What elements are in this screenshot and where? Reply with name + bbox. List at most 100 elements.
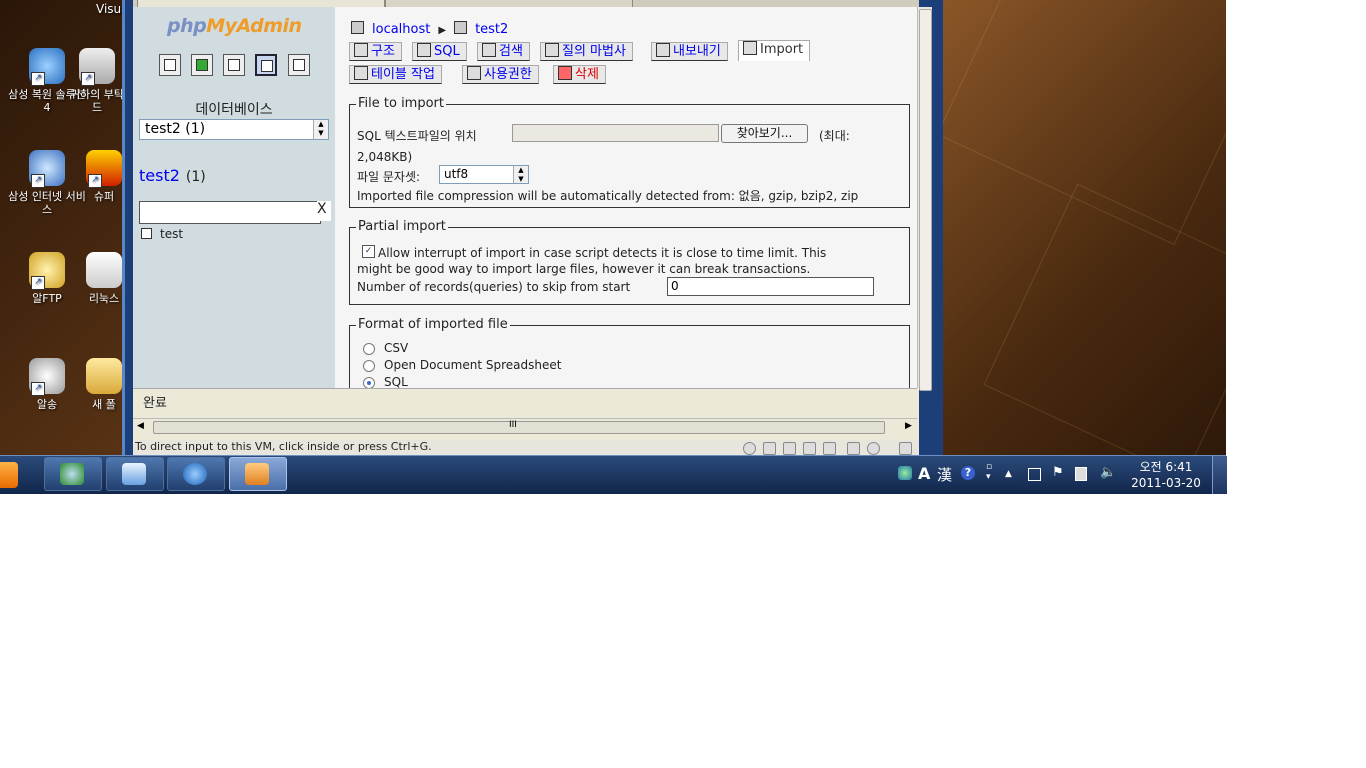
tab-import[interactable]: Import [738, 40, 811, 61]
taskbar-ie-button[interactable] [167, 457, 225, 491]
taskbar-remote-desktop-button[interactable] [106, 457, 164, 491]
format-label-ods: Open Document Spreadsheet [384, 358, 562, 372]
help-button[interactable]: ? [961, 466, 975, 480]
super-app-icon: ↗ [86, 150, 122, 188]
desktop-icon-linux[interactable]: 리눅스 [80, 252, 128, 305]
database-select[interactable]: test2 (1) ▲ ▼ [139, 119, 329, 140]
tab-query-wizard[interactable]: 질의 마법사 [540, 42, 633, 61]
pma-navigation: phpMyAdmin 데이터베이스 test2 (1) ▲ ▼ test2 (1) X… [133, 7, 335, 388]
show-desktop-button[interactable] [1212, 456, 1227, 494]
ime-mode-button[interactable]: A [918, 464, 930, 483]
ime-options-icon[interactable]: ▫ ▾ [986, 462, 992, 482]
charset-select[interactable]: utf8 ▲ ▼ [439, 165, 529, 184]
select-arrows-icon: ▲ ▼ [313, 120, 328, 139]
import-icon [743, 41, 757, 55]
skip-records-label: Number of records(queries) to skip from … [357, 280, 631, 294]
document-icon: ↗ [79, 48, 115, 86]
scroll-thumb[interactable]: III [153, 420, 885, 434]
max-size-prefix: (최대: [819, 129, 850, 143]
search-icon [482, 43, 496, 57]
skip-records-input[interactable]: 0 [667, 277, 874, 296]
hanja-button[interactable]: 漢 [937, 464, 952, 485]
table-list-item[interactable]: test [141, 227, 183, 241]
browser-status-bar: 완료 [133, 388, 917, 411]
desktop-icon-alsong[interactable]: ↗ 알송 [7, 358, 87, 411]
format-radio-csv[interactable] [363, 343, 375, 355]
allow-interrupt-label-2: might be good way to import large files,… [357, 262, 811, 276]
table-filter-input[interactable] [139, 201, 321, 224]
desktop: Visua ↗ 삼성 복원 솔루션 4 ↗ 귀하의 부탁드 ↗ 삼성 인터넷 서… [0, 0, 1226, 493]
file-path-input[interactable] [512, 124, 719, 142]
format-section: Format of imported file CSV Open Documen… [349, 317, 910, 395]
tab-structure[interactable]: 구조 [349, 42, 402, 61]
sound-icon[interactable] [847, 442, 860, 455]
database-icon [454, 21, 468, 34]
export-icon [656, 43, 670, 57]
system-clock[interactable]: 오전 6:41 2011-03-20 [1124, 459, 1208, 491]
phpmyadmin-logo[interactable]: phpMyAdmin [167, 15, 302, 37]
format-legend: Format of imported file [356, 317, 510, 332]
home-icon[interactable] [159, 54, 181, 76]
tab-drop[interactable]: 삭제 [553, 65, 606, 84]
filter-clear-button[interactable]: X [317, 201, 331, 221]
printer-icon[interactable] [763, 442, 776, 455]
tab-sql[interactable]: SQL [412, 42, 467, 61]
docs-icon[interactable] [255, 54, 277, 76]
language-bar-icon[interactable] [898, 466, 912, 480]
clock-time: 오전 6:41 [1139, 460, 1193, 474]
exit-icon[interactable] [191, 54, 213, 76]
format-radio-ods[interactable] [363, 360, 375, 372]
query-icon [545, 43, 559, 57]
breadcrumb-server[interactable]: localhost [372, 22, 430, 37]
desktop-icon-alftp[interactable]: ↗ 알FTP [7, 252, 87, 305]
scroll-right-icon[interactable]: ▶ [905, 421, 912, 431]
cd-icon[interactable] [743, 442, 756, 455]
messenger-icon [60, 463, 84, 485]
scroll-left-icon[interactable]: ◀ [137, 421, 144, 431]
desktop-icon-super[interactable]: ↗ 슈퍼 [80, 150, 128, 203]
action-center-flag-icon[interactable]: ⚑ [1052, 465, 1064, 480]
desktop-icon-new-folder[interactable]: 새 폴 [80, 358, 128, 411]
network-icon[interactable] [803, 442, 816, 455]
media-player-icon[interactable] [0, 462, 18, 488]
current-database-link[interactable]: test2 (1) [139, 166, 206, 185]
globe-help-icon: ↗ [29, 150, 65, 188]
tab-export[interactable]: 내보내기 [651, 42, 728, 61]
structure-icon [354, 43, 368, 57]
tab-search[interactable]: 검색 [477, 42, 530, 61]
vm-window[interactable]: phpMyAdmin 데이터베이스 test2 (1) ▲ ▼ test2 (1) X… [122, 0, 943, 455]
breadcrumb-database[interactable]: test2 [475, 22, 508, 37]
show-hidden-icons-button[interactable]: ▲ [1005, 469, 1012, 479]
database-label: 데이터베이스 [195, 102, 273, 118]
file-to-import-section: File to import SQL 텍스트파일의 위치 찾아보기... (최대… [349, 96, 910, 208]
message-icon[interactable] [899, 442, 912, 455]
scroll-thumb[interactable] [919, 9, 932, 391]
desktop-icon-samsung-internet[interactable]: ↗ 삼성 인터넷 서비스 [7, 150, 87, 216]
alsong-icon: ↗ [29, 358, 65, 396]
desktop-icon-request[interactable]: ↗ 귀하의 부탁드 [67, 48, 127, 114]
horizontal-scrollbar[interactable]: ◀ III ▶ [133, 418, 917, 435]
bluetooth-icon[interactable] [867, 442, 880, 455]
network-tray-icon[interactable] [1028, 468, 1041, 481]
floppy-icon[interactable] [783, 442, 796, 455]
taskbar-vmware-button[interactable] [229, 457, 287, 491]
usb-icon[interactable] [823, 442, 836, 455]
allow-interrupt-checkbox[interactable]: ✓ [362, 245, 375, 258]
vm-display[interactable]: phpMyAdmin 데이터베이스 test2 (1) ▲ ▼ test2 (1) X… [133, 0, 932, 440]
sql-query-icon[interactable] [223, 54, 245, 76]
tab-operations[interactable]: 테이블 작업 [349, 65, 442, 84]
mysql-docs-icon[interactable] [288, 54, 310, 76]
vertical-scrollbar[interactable] [917, 7, 932, 391]
select-arrows-icon: ▲ ▼ [513, 166, 528, 183]
file-to-import-legend: File to import [356, 96, 446, 111]
operations-icon [354, 66, 368, 80]
browse-button[interactable]: 찾아보기... [721, 124, 808, 143]
pma-main: localhost ▶ test2 구조 SQL 검색 질의 마법사 내보내기 Im… [335, 7, 917, 395]
power-icon[interactable] [1075, 467, 1087, 481]
taskbar: A 漢 ? ▫ ▾ ▲ ⚑ 🔈 오전 6:41 2011-03-20 [0, 455, 1227, 494]
tab-privileges[interactable]: 사용권한 [462, 65, 539, 84]
volume-icon[interactable]: 🔈 [1100, 465, 1116, 480]
server-icon [351, 21, 364, 34]
format-label-csv: CSV [384, 341, 409, 355]
taskbar-messenger-button[interactable] [44, 457, 102, 491]
